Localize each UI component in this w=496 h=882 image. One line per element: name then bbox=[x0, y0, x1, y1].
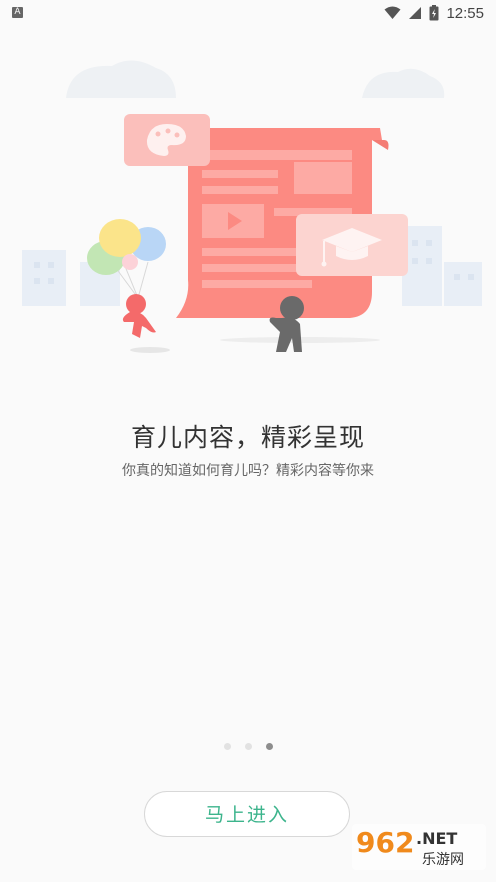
page-dot bbox=[244, 743, 252, 750]
buildings-right bbox=[402, 226, 482, 306]
watermark-site-name: 乐游网 bbox=[422, 852, 464, 868]
wifi-icon bbox=[384, 6, 401, 19]
signal-icon bbox=[409, 7, 422, 19]
enter-now-button[interactable]: 马上进入 bbox=[144, 791, 350, 837]
palette-card bbox=[124, 114, 210, 166]
graduation-card bbox=[296, 214, 408, 276]
onboarding-title: 育儿内容，精彩呈现 bbox=[130, 423, 365, 452]
onboarding-illustration bbox=[22, 60, 482, 353]
clock: 12:55 bbox=[446, 4, 484, 22]
battery-icon bbox=[429, 5, 439, 21]
watermark-suffix: .NET bbox=[416, 829, 457, 848]
kid-figure bbox=[122, 294, 156, 338]
page-indicator bbox=[0, 743, 496, 750]
site-watermark: 962 .NET 乐游网 bbox=[352, 824, 486, 870]
cloud-left bbox=[66, 60, 176, 98]
cloud-right bbox=[362, 68, 445, 98]
notification-icon: A bbox=[12, 7, 23, 18]
page-dot bbox=[223, 743, 231, 750]
onboarding-subtitle: 你真的知道如何育儿吗？精彩内容等你来 bbox=[122, 463, 374, 479]
page-dot-active bbox=[265, 743, 273, 750]
watermark-number: 962 bbox=[356, 826, 414, 859]
status-bar: A 12:55 bbox=[0, 0, 496, 26]
